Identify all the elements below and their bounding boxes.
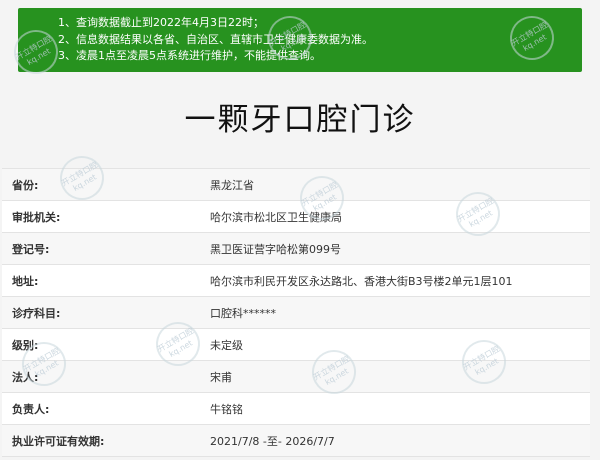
row-label: 诊疗科目: xyxy=(12,306,61,320)
row-value: 哈尔滨市松北区卫生健康局 xyxy=(210,210,342,224)
row-label: 地址: xyxy=(12,274,39,288)
details-row-level: 级别: 未定级 xyxy=(2,329,590,361)
row-label: 法人: xyxy=(12,370,39,384)
row-label: 审批机关: xyxy=(12,210,61,224)
clinic-name-title: 一颗牙口腔门诊 xyxy=(184,102,416,138)
row-label: 级别: xyxy=(12,338,39,352)
row-label: 执业许可证有效期: xyxy=(12,434,105,448)
notice-line-2: 2、信息数据结果以各省、自治区、直辖市卫生健康委数据为准。 xyxy=(58,32,373,46)
details-row-license-validity: 执业许可证有效期: 2021/7/8 -至- 2026/7/7 xyxy=(2,425,590,457)
row-value: 2021/7/8 -至- 2026/7/7 xyxy=(210,434,335,448)
row-value: 黑龙江省 xyxy=(210,178,254,192)
details-row-registration-number: 登记号: 黑卫医证营字哈松第099号 xyxy=(2,233,590,265)
notice-banner: 1、查询数据截止到2022年4月3日22时； 2、信息数据结果以各省、自治区、直… xyxy=(18,8,582,72)
row-label: 登记号: xyxy=(12,242,50,256)
details-row-legal-person: 法人: 宋甫 xyxy=(2,361,590,393)
notice-line-3: 3、凌晨1点至凌晨5点系统进行维护，不能提供查询。 xyxy=(58,49,321,62)
row-label: 负责人: xyxy=(12,402,50,416)
clinic-details-table: 省份: 黑龙江省 审批机关: 哈尔滨市松北区卫生健康局 登记号: 黑卫医证营字哈… xyxy=(2,168,590,457)
notice-line-1: 1、查询数据截止到2022年4月3日22时； xyxy=(58,16,264,29)
details-row-province: 省份: 黑龙江省 xyxy=(2,169,590,201)
details-row-departments: 诊疗科目: 口腔科****** xyxy=(2,297,590,329)
row-value: 未定级 xyxy=(210,338,243,352)
row-value: 口腔科****** xyxy=(210,306,276,320)
row-value: 牛铭铭 xyxy=(210,402,243,416)
row-label: 省份: xyxy=(12,178,39,192)
row-value: 宋甫 xyxy=(210,370,232,384)
row-value: 黑卫医证营字哈松第099号 xyxy=(210,242,341,256)
details-row-address: 地址: 哈尔滨市利民开发区永达路北、香港大街B3号楼2单元1层101 xyxy=(2,265,590,297)
row-value: 哈尔滨市利民开发区永达路北、香港大街B3号楼2单元1层101 xyxy=(210,274,513,288)
details-row-approval-authority: 审批机关: 哈尔滨市松北区卫生健康局 xyxy=(2,201,590,233)
details-row-person-in-charge: 负责人: 牛铭铭 xyxy=(2,393,590,425)
